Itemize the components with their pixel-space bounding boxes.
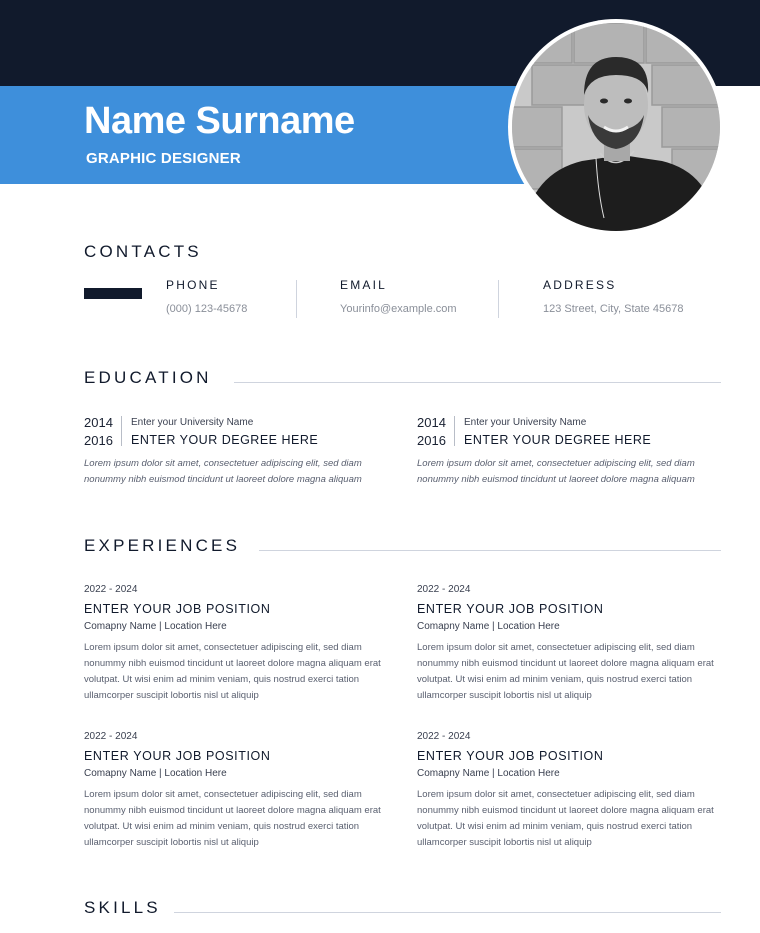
job-dates: 2022 - 2024 <box>84 584 138 595</box>
job-description: Lorem ipsum dolor sit amet, consectetuer… <box>84 642 381 701</box>
education-description: Lorem ipsum dolor sit amet, consectetuer… <box>84 458 362 485</box>
education-description: Lorem ipsum dolor sit amet, consectetuer… <box>417 458 695 485</box>
contacts-accent-bar <box>84 288 142 299</box>
education-year-end: 2016 <box>84 433 113 448</box>
education-degree: ENTER YOUR DEGREE HERE <box>131 433 319 447</box>
skills-rule <box>174 912 721 913</box>
job-company: Comapny Name | Location Here <box>417 768 560 779</box>
resume-name: Name Surname <box>84 100 355 142</box>
contacts-divider <box>296 280 297 318</box>
education-degree: ENTER YOUR DEGREE HERE <box>464 433 652 447</box>
job-position: ENTER YOUR JOB POSITION <box>84 602 271 616</box>
experiences-rule <box>259 550 721 551</box>
job-description: Lorem ipsum dolor sit amet, consectetuer… <box>84 789 381 848</box>
phone-label: PHONE <box>166 278 220 292</box>
skills-heading: SKILLS <box>84 898 161 917</box>
education-divider <box>121 416 122 446</box>
job-dates: 2022 - 2024 <box>84 731 138 742</box>
job-company: Comapny Name | Location Here <box>84 621 227 632</box>
education-heading: EDUCATION <box>84 368 212 387</box>
contacts-divider <box>498 280 499 318</box>
education-university: Enter your University Name <box>131 417 254 428</box>
education-year-end: 2016 <box>417 433 446 448</box>
education-year-start: 2014 <box>84 415 113 430</box>
email-label: EMAIL <box>340 278 388 292</box>
resume-role: GRAPHIC DESIGNER <box>86 150 241 167</box>
job-description: Lorem ipsum dolor sit amet, consectetuer… <box>417 642 714 701</box>
experience-item: 2022 - 2024 ENTER YOUR JOB POSITION Coma… <box>84 730 394 851</box>
job-company: Comapny Name | Location Here <box>417 621 560 632</box>
job-position: ENTER YOUR JOB POSITION <box>84 749 271 763</box>
job-position: ENTER YOUR JOB POSITION <box>417 602 604 616</box>
experience-item: 2022 - 2024 ENTER YOUR JOB POSITION Coma… <box>417 730 727 851</box>
contacts-heading: CONTACTS <box>84 242 202 261</box>
address-label: ADDRESS <box>543 278 617 292</box>
experience-item: 2022 - 2024 ENTER YOUR JOB POSITION Coma… <box>417 583 727 704</box>
job-description: Lorem ipsum dolor sit amet, consectetuer… <box>417 789 714 848</box>
education-university: Enter your University Name <box>464 417 587 428</box>
phone-value: (000) 123-45678 <box>166 303 248 315</box>
education-year-start: 2014 <box>417 415 446 430</box>
email-value: Yourinfo@example.com <box>340 303 457 315</box>
experience-item: 2022 - 2024 ENTER YOUR JOB POSITION Coma… <box>84 583 394 704</box>
experiences-heading: EXPERIENCES <box>84 536 241 555</box>
job-company: Comapny Name | Location Here <box>84 768 227 779</box>
address-value: 123 Street, City, State 45678 <box>543 303 684 315</box>
education-rule <box>234 382 721 383</box>
job-position: ENTER YOUR JOB POSITION <box>417 749 604 763</box>
education-divider <box>454 416 455 446</box>
job-dates: 2022 - 2024 <box>417 584 471 595</box>
job-dates: 2022 - 2024 <box>417 731 471 742</box>
profile-photo <box>508 19 724 235</box>
